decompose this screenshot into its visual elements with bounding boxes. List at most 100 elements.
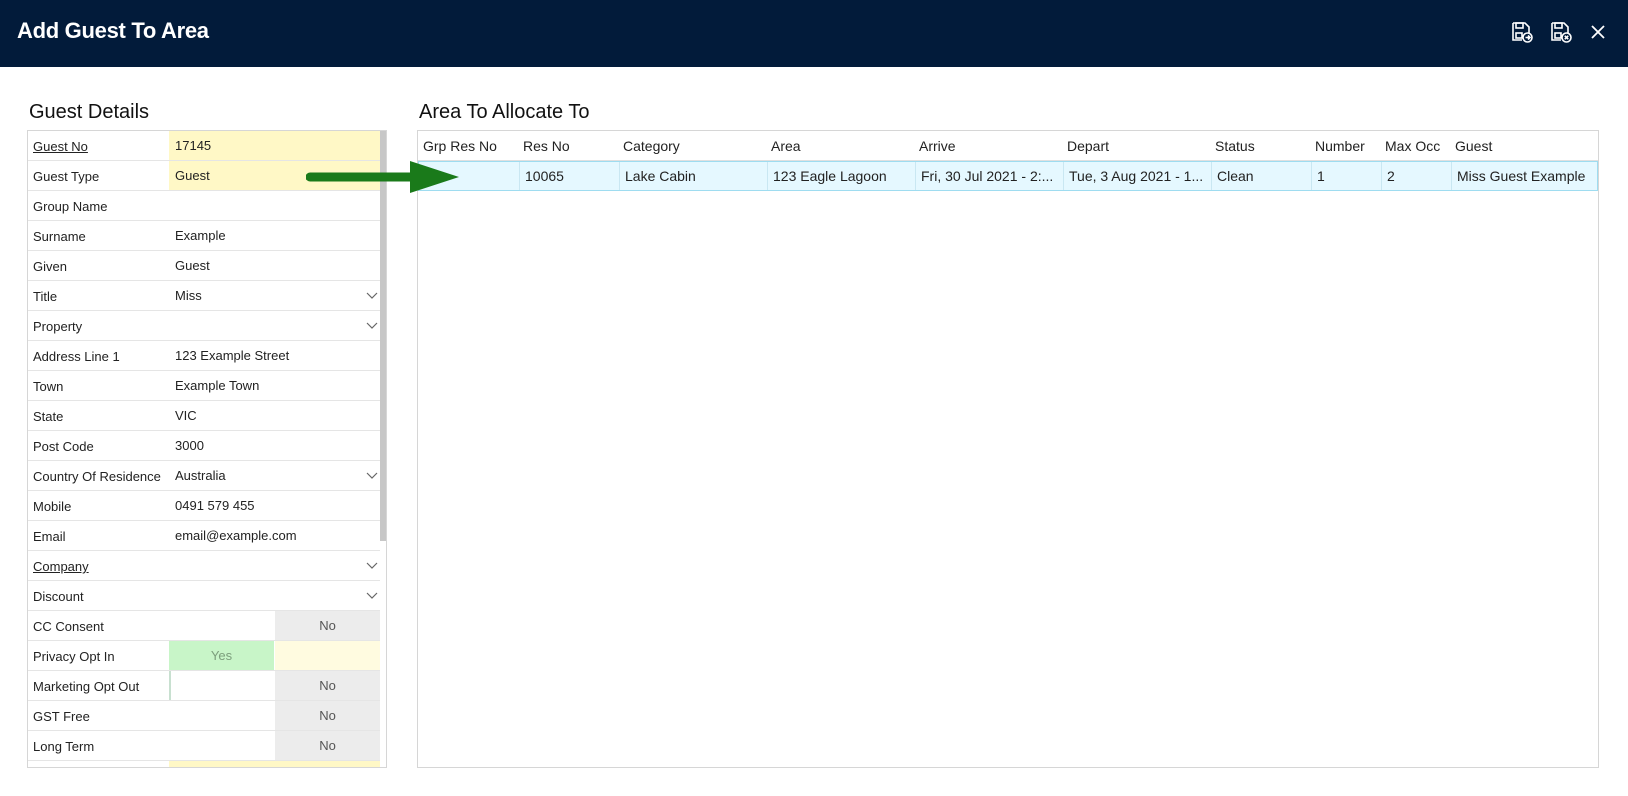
surname-label: Surname — [33, 229, 86, 244]
area-to-allocate-heading: Area To Allocate To — [419, 101, 590, 123]
close-button[interactable] — [1584, 20, 1612, 48]
guest-details-panel: Guest No 17145 Guest Type Guest Group Na… — [27, 130, 387, 768]
save-close-button[interactable] — [1508, 20, 1536, 48]
mobile-row: Mobile 0491 579 455 — [28, 491, 380, 521]
res-no-cell: 10065 — [519, 162, 619, 190]
column-header[interactable]: Max Occ — [1385, 138, 1440, 154]
address-line-1-row: Address Line 1 123 Example Street — [28, 341, 380, 371]
email-label: Email — [33, 529, 66, 544]
mobile-label: Mobile — [33, 499, 72, 514]
privacy-opt-in-yes-toggle[interactable]: Yes — [169, 641, 274, 670]
town-row: Town Example Town — [28, 371, 380, 401]
marketing-opt-out-yes-toggle[interactable] — [169, 671, 274, 700]
gst-free-label: GST Free — [33, 709, 90, 724]
save-exit-icon — [1549, 20, 1573, 49]
post-code-row: Post Code 3000 — [28, 431, 380, 461]
gst-free-no-toggle[interactable]: No — [275, 701, 380, 730]
column-header[interactable]: Res No — [523, 138, 570, 154]
email-field[interactable]: email@example.com — [169, 521, 380, 550]
long-term-row: Long Term No — [28, 731, 380, 761]
status-cell: Clean — [1211, 162, 1311, 190]
given-field[interactable]: Guest — [169, 251, 380, 280]
privacy-opt-in-label: Privacy Opt In — [33, 649, 115, 664]
save-close-icon — [1510, 20, 1534, 49]
guest-no-field[interactable]: 17145 — [169, 131, 380, 160]
address-line-1-label: Address Line 1 — [33, 349, 120, 364]
annotation-arrow-icon — [306, 161, 459, 193]
guest-cell: Miss Guest Example — [1451, 162, 1599, 190]
area-cell: 123 Eagle Lagoon — [767, 162, 915, 190]
guest-no-row: Guest No 17145 — [28, 131, 380, 161]
town-label: Town — [33, 379, 64, 394]
column-header[interactable]: Grp Res No — [423, 138, 497, 154]
title-label: Title — [33, 289, 58, 304]
state-row: State VIC — [28, 401, 380, 431]
privacy-opt-in-row: Privacy Opt In Yes — [28, 641, 380, 671]
email-row: Email email@example.com — [28, 521, 380, 551]
long-term-no-toggle[interactable]: No — [275, 731, 380, 760]
property-label: Property — [33, 319, 83, 334]
given-label: Given — [33, 259, 67, 274]
state-label: State — [33, 409, 64, 424]
marketing-opt-out-label: Marketing Opt Out — [33, 679, 140, 694]
column-header[interactable]: Arrive — [919, 138, 956, 154]
marketing-opt-out-no-toggle[interactable]: No — [275, 671, 380, 700]
category-cell: Lake Cabin — [619, 162, 767, 190]
chevron-down-icon[interactable] — [366, 319, 378, 331]
chevron-down-icon[interactable] — [366, 589, 378, 601]
marketing-opt-out-row: Marketing Opt Out No — [28, 671, 380, 701]
long-term-label: Long Term — [33, 739, 95, 754]
post-code-field[interactable]: 3000 — [169, 431, 380, 460]
column-header[interactable]: Status — [1215, 138, 1255, 154]
save-exit-button[interactable] — [1547, 20, 1575, 48]
country-select[interactable]: Australia — [169, 461, 380, 490]
mobile-field[interactable]: 0491 579 455 — [169, 491, 380, 520]
property-select[interactable] — [169, 311, 380, 340]
guest-details-heading: Guest Details — [29, 101, 150, 123]
discount-row: Discount — [28, 581, 380, 611]
arrive-cell: Fri, 30 Jul 2021 - 2:... — [915, 162, 1063, 190]
max-occ-cell: 2 — [1381, 162, 1451, 190]
state-field[interactable]: VIC — [169, 401, 380, 430]
surname-field[interactable]: Example — [169, 221, 380, 250]
chevron-down-icon[interactable] — [366, 289, 378, 301]
cc-consent-label: CC Consent — [33, 619, 104, 634]
company-label[interactable]: Company — [33, 559, 89, 574]
window-title: Add Guest To Area — [17, 18, 209, 43]
group-name-field[interactable] — [169, 191, 380, 220]
table-row[interactable]: 10065 Lake Cabin 123 Eagle Lagoon Fri, 3… — [418, 161, 1598, 191]
property-row: Property — [28, 311, 380, 341]
close-icon — [1589, 23, 1607, 46]
group-name-label: Group Name — [33, 199, 108, 214]
column-header[interactable]: Depart — [1067, 138, 1109, 154]
group-name-row: Group Name — [28, 191, 380, 221]
chevron-down-icon[interactable] — [366, 469, 378, 481]
post-code-label: Post Code — [33, 439, 94, 454]
surname-row: Surname Example — [28, 221, 380, 251]
cc-consent-row: CC Consent No — [28, 611, 380, 641]
address-line-1-field[interactable]: 123 Example Street — [169, 341, 380, 370]
guest-no-label[interactable]: Guest No — [33, 139, 88, 154]
column-header[interactable]: Area — [771, 138, 801, 154]
gst-free-row: GST Free No — [28, 701, 380, 731]
town-field[interactable]: Example Town — [169, 371, 380, 400]
table-header: Grp Res No Res No Category Area Arrive D… — [418, 131, 1598, 161]
area-table: Grp Res No Res No Category Area Arrive D… — [417, 130, 1599, 768]
column-header[interactable]: Category — [623, 138, 680, 154]
title-select[interactable]: Miss — [169, 281, 380, 310]
privacy-opt-in-no-toggle[interactable] — [275, 641, 380, 670]
given-row: Given Guest — [28, 251, 380, 281]
title-bar: Add Guest To Area — [0, 0, 1628, 67]
discount-select[interactable] — [169, 581, 380, 610]
column-header[interactable]: Guest — [1455, 138, 1492, 154]
company-row: Company — [28, 551, 380, 581]
column-header[interactable]: Number — [1315, 138, 1365, 154]
company-select[interactable] — [169, 551, 380, 580]
next-field-partial[interactable] — [169, 761, 380, 767]
discount-label: Discount — [33, 589, 84, 604]
cc-consent-no-toggle[interactable]: No — [275, 611, 380, 640]
chevron-down-icon[interactable] — [366, 559, 378, 571]
country-row: Country Of Residence Australia — [28, 461, 380, 491]
depart-cell: Tue, 3 Aug 2021 - 1... — [1063, 162, 1211, 190]
number-cell: 1 — [1311, 162, 1381, 190]
